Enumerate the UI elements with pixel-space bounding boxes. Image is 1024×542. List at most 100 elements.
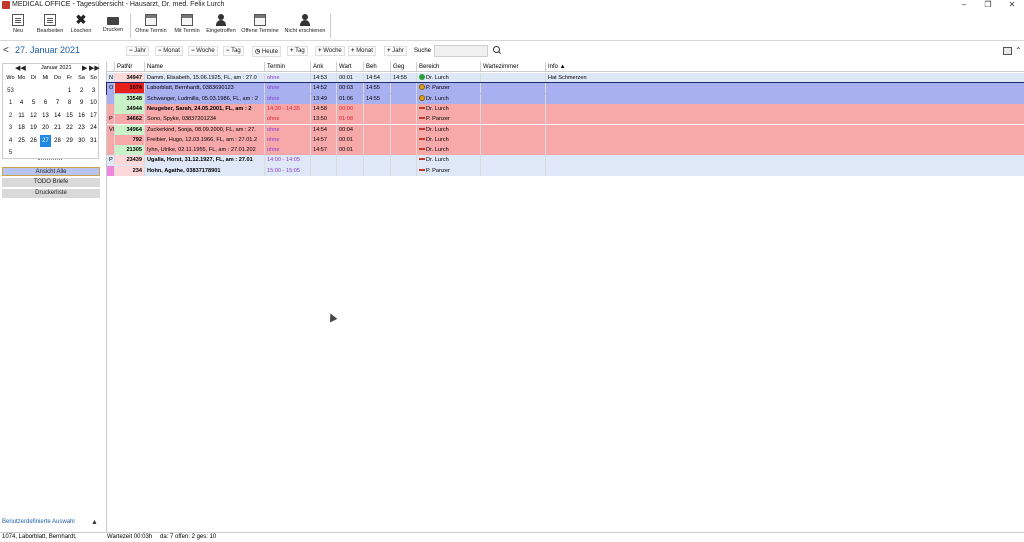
cell-bereich: Dr. Lurch	[417, 124, 481, 135]
close-button[interactable]: ✕	[1000, 0, 1024, 10]
cell-beh	[364, 134, 391, 145]
calendar-week-row: 53 1 2 3	[3, 85, 100, 97]
plus-month-button[interactable]: + Monat	[348, 46, 376, 56]
calendar-day[interactable]: 24	[88, 122, 99, 134]
print-button[interactable]: Drucken	[100, 14, 126, 39]
calendar-day[interactable]: 22	[64, 122, 75, 134]
calendar-day[interactable]: 29	[64, 135, 75, 147]
column-header[interactable]: Termin	[265, 62, 311, 72]
table-row[interactable]: P 34662 Sono, Spyke, 03837201234 ohne 13:50 0…	[107, 114, 1024, 125]
view-all-item[interactable]: Ansicht Alle	[2, 167, 100, 176]
calendar-day[interactable]: 5	[28, 97, 39, 109]
table-row[interactable]: 21305 Iyhn, Ulrike, 02.11.1955, FL, am : …	[107, 145, 1024, 156]
calendar-day[interactable]: 8	[64, 97, 75, 109]
cell-name: Laborblatt, Bernhardt, 0383690123	[145, 83, 265, 94]
table-row[interactable]: O 1074 Laborblatt, Bernhardt, 0383690123 oh…	[106, 82, 1024, 95]
without-appointment-label: Ohne Termin	[135, 28, 167, 34]
minus-year-button[interactable]: − Jahr	[126, 46, 149, 56]
without-appointment-button[interactable]: Ohne Termin	[133, 14, 169, 39]
table-row[interactable]: 33548 Schwanger, Ludmilla, 05.03.1986, FL…	[107, 93, 1024, 104]
splitter-handle[interactable]	[38, 159, 62, 161]
column-header[interactable]: Geg	[391, 62, 417, 72]
calendar-day[interactable]: 14	[52, 110, 63, 122]
search-icon[interactable]	[493, 46, 501, 54]
plus-week-button[interactable]: + Woche	[315, 46, 345, 56]
calendar-day[interactable]: 10	[88, 97, 99, 109]
minimize-button[interactable]: –	[952, 0, 976, 10]
calendar-day[interactable]: 26	[28, 135, 39, 147]
column-header[interactable]: Ank	[311, 62, 337, 72]
calendar-day[interactable]: 12	[28, 110, 39, 122]
cell-wart: 00:01	[337, 134, 364, 145]
calendar-day[interactable]: 9	[76, 97, 87, 109]
chevron-up-icon[interactable]: ▲	[91, 519, 98, 526]
table-row[interactable]: 34944 Neugeber, Sarah, 24.05.2001, FL, am…	[107, 103, 1024, 115]
plus-day-button[interactable]: + Tag	[287, 46, 308, 56]
last-month-icon[interactable]: ▶▶	[89, 64, 100, 72]
calendar-day[interactable]: 16	[76, 110, 87, 122]
cell-geg	[391, 165, 417, 176]
calendar-day[interactable]: 25	[16, 135, 27, 147]
cell-info	[546, 166, 1024, 176]
plus-year-button[interactable]: + Jahr	[384, 46, 407, 56]
table-row[interactable]: 792 Freibier, Hugo, 12.03.1966, FL, am : …	[107, 134, 1024, 146]
table-row[interactable]: 234 Hohn, Agathe, 03837178901 15:00 - 15:0…	[107, 165, 1024, 176]
first-month-icon[interactable]: ◀◀	[15, 64, 26, 72]
maximize-button[interactable]: ❐	[976, 0, 1000, 10]
not-appeared-button[interactable]: Nicht erschienen	[282, 14, 328, 39]
calendar-day[interactable]: 17	[88, 110, 99, 122]
new-document-icon	[12, 14, 24, 26]
calendar-day[interactable]: 6	[40, 97, 51, 109]
todo-letters-item[interactable]: TODO Briefe	[2, 178, 100, 187]
calendar-day[interactable]: 20	[40, 122, 51, 134]
edit-button[interactable]: Bearbeiten	[34, 14, 66, 39]
calendar-day[interactable]: 30	[76, 135, 87, 147]
calendar-day[interactable]: 4	[16, 97, 27, 109]
calendar-day[interactable]: 18	[16, 122, 27, 134]
table-row[interactable]: N 34947 Damm, Elisabeth, 15.06.1925, FL, a…	[107, 73, 1024, 84]
column-header[interactable]: Info ▲	[546, 62, 1024, 72]
open-appointments-button[interactable]: Offene Termine	[239, 14, 281, 39]
calendar-day[interactable]: 21	[52, 122, 63, 134]
calendar-day[interactable]: 11	[16, 110, 27, 122]
column-header[interactable]: Bereich	[417, 62, 481, 72]
calendar-week-row: 1 4 5 6 7 8 9 10	[3, 97, 100, 109]
today-button[interactable]: ◷ Heute	[252, 46, 281, 57]
calendar-day[interactable]: 23	[76, 122, 87, 134]
calendar-day[interactable]: 15	[64, 110, 75, 122]
column-header[interactable]: PatNr	[115, 62, 145, 72]
table-row[interactable]: P 23439 Ugalla, Horst, 31.12.1927, FL, am …	[107, 155, 1024, 166]
printer-list-item[interactable]: Druckerliste	[2, 189, 100, 198]
arrived-button[interactable]: Eingetroffen	[204, 14, 238, 39]
calendar-day[interactable]: 27	[40, 134, 51, 147]
search-input[interactable]	[434, 45, 488, 57]
delete-button[interactable]: ✖ Löschen	[68, 13, 94, 39]
column-header[interactable]: Wartezimmer	[481, 62, 546, 72]
minus-week-button[interactable]: − Woche	[188, 46, 218, 56]
new-button[interactable]: Neu	[6, 14, 30, 39]
calendar-day[interactable]: 2	[76, 85, 87, 97]
calendar-day[interactable]: 28	[52, 135, 63, 147]
minus-day-button[interactable]: − Tag	[223, 46, 244, 56]
column-header[interactable]: Wart	[337, 62, 364, 72]
with-appointment-button[interactable]: Mit Termin	[171, 14, 203, 39]
cell-flag	[107, 103, 115, 114]
column-header[interactable]: Beh	[364, 62, 391, 72]
chevron-up-icon[interactable]: ⌃	[1015, 46, 1022, 55]
panel-toggle-icon[interactable]	[1003, 47, 1012, 55]
calendar-day[interactable]: 7	[52, 97, 63, 109]
with-appointment-label: Mit Termin	[174, 28, 200, 34]
next-month-icon[interactable]: ▶	[82, 64, 87, 72]
cell-ank	[311, 155, 337, 166]
column-header[interactable]: Name	[145, 62, 265, 72]
calendar-day[interactable]: 3	[88, 85, 99, 97]
previous-day-arrow-icon[interactable]: <	[3, 45, 9, 56]
column-header[interactable]	[107, 62, 115, 72]
table-row[interactable]: VI 34964 Zuckerkind, Sonja, 08.09.2000, FL…	[107, 124, 1024, 135]
calendar-day[interactable]: 13	[40, 110, 51, 122]
calendar-day[interactable]: 1	[64, 85, 75, 97]
custom-selection-label[interactable]: Benutzerdefinierte Auswahl	[2, 519, 102, 529]
calendar-day[interactable]: 19	[28, 122, 39, 134]
minus-month-button[interactable]: − Monat	[155, 46, 183, 56]
calendar-day[interactable]: 31	[88, 135, 99, 147]
